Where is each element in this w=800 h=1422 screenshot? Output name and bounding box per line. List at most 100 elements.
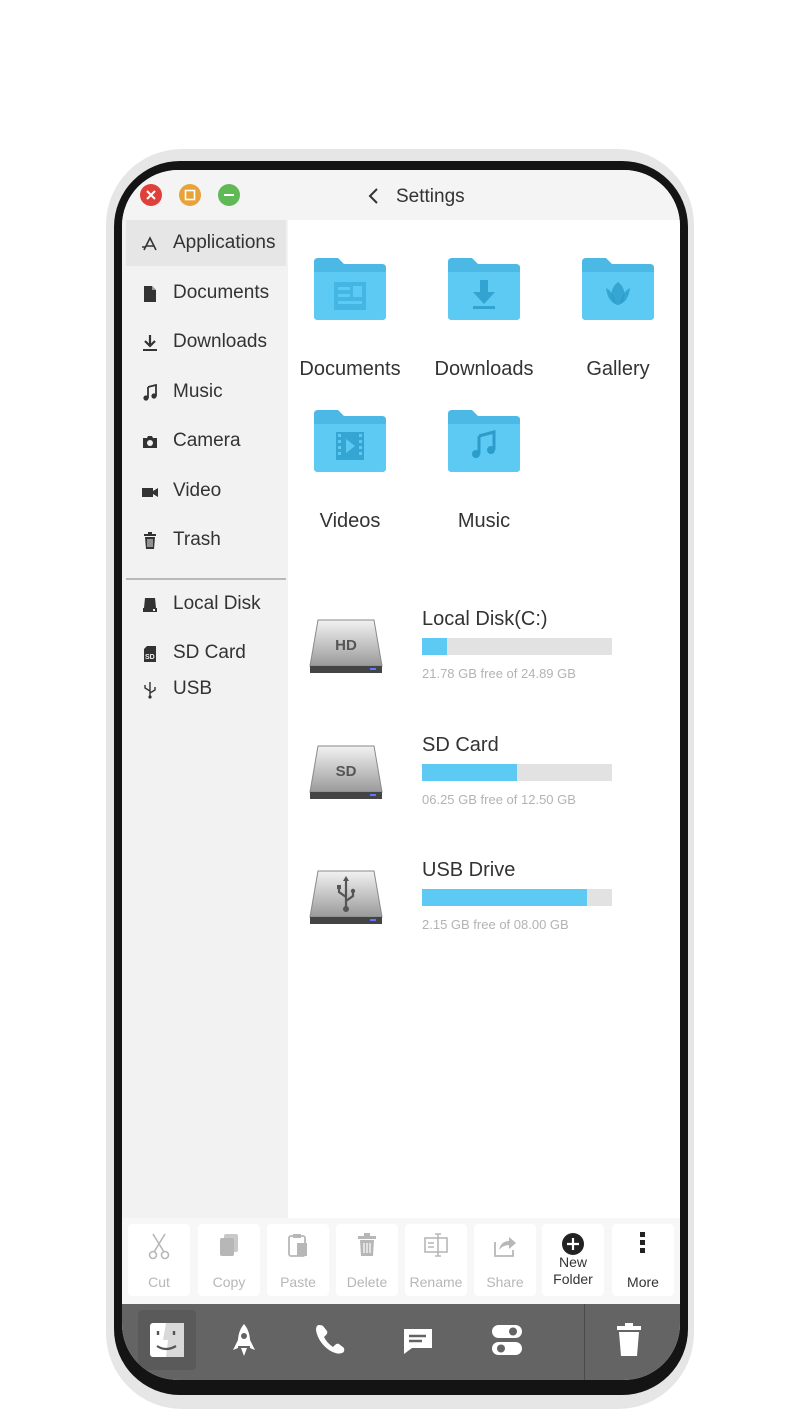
share-icon <box>494 1237 516 1257</box>
videos-folder-icon <box>314 410 386 472</box>
folder-documents[interactable]: Documents <box>290 258 410 388</box>
drive-usage-fill <box>422 764 517 781</box>
action-label: Copy <box>212 1274 246 1290</box>
title-bar: Settings <box>122 170 680 220</box>
action-label: Share <box>486 1274 524 1290</box>
folder-label: Gallery <box>586 358 650 380</box>
sidebar-item-label: Applications <box>173 232 276 253</box>
dock-bar <box>122 1304 680 1380</box>
drive-usage-fill <box>422 638 447 655</box>
drive-free-text: 2.15 GB free of 08.00 GB <box>422 917 569 932</box>
maximize-button[interactable] <box>179 184 201 206</box>
drive-name: USB Drive <box>422 859 516 881</box>
sidebar-item-trash[interactable]: Trash <box>126 517 286 563</box>
action-label: New <box>558 1254 587 1270</box>
dock-separator <box>584 1304 585 1380</box>
folder-music[interactable]: Music <box>424 410 544 540</box>
sidebar-item-applications[interactable]: Applications <box>126 220 286 266</box>
drive-usb[interactable]: USB Drive 2.15 GB free of 08.00 GB <box>308 859 668 959</box>
sidebar-item-local-disk[interactable]: Local Disk <box>126 581 286 627</box>
sidebar-item-downloads[interactable]: Downloads <box>126 319 286 365</box>
documents-folder-icon <box>314 258 386 320</box>
folder-label: Downloads <box>434 358 534 380</box>
sidebar-item-documents[interactable]: Documents <box>126 270 286 316</box>
sidebar-item-label: Music <box>173 381 223 402</box>
folder-videos[interactable]: Videos <box>290 410 410 540</box>
close-button[interactable] <box>140 184 162 206</box>
dock-rocket[interactable] <box>215 1310 273 1370</box>
sidebar-item-usb[interactable]: USB <box>126 666 286 712</box>
sidebar-item-label: Camera <box>173 430 241 451</box>
drive-sd-card[interactable]: SD SD Card 06.25 GB free of 12.50 GB <box>308 734 668 834</box>
rename-button[interactable]: Rename <box>405 1224 467 1296</box>
drive-free-text: 21.78 GB free of 24.89 GB <box>422 666 576 681</box>
gallery-folder-icon <box>582 258 654 320</box>
dock-finder[interactable] <box>138 1310 196 1370</box>
delete-icon <box>358 1233 376 1256</box>
finder-icon <box>150 1323 184 1357</box>
music-folder-icon <box>448 410 520 472</box>
sidebar-item-label: SD Card <box>173 642 246 663</box>
sidebar-item-music[interactable]: Music <box>126 369 286 415</box>
rocket-icon <box>233 1324 255 1356</box>
action-toolbar: Cut Copy Paste Delete Rename Share New F… <box>122 1218 680 1304</box>
minimize-button[interactable] <box>218 184 240 206</box>
drive-name: SD Card <box>422 734 499 756</box>
dock-message[interactable] <box>389 1310 447 1370</box>
copy-icon <box>220 1234 238 1256</box>
action-label: Rename <box>409 1274 463 1290</box>
delete-button[interactable]: Delete <box>336 1224 398 1296</box>
usb-drive-icon <box>309 870 383 924</box>
action-label: Paste <box>280 1274 316 1290</box>
sd-card-icon: SD <box>144 646 156 662</box>
folder-label: Music <box>457 510 511 532</box>
copy-button[interactable]: Copy <box>198 1224 260 1296</box>
sidebar-item-label: Downloads <box>173 331 267 352</box>
back-chevron-icon[interactable] <box>366 186 382 206</box>
sidebar-item-video[interactable]: Video <box>126 468 286 514</box>
downloads-folder-icon <box>448 258 520 320</box>
more-button[interactable]: More <box>612 1224 674 1296</box>
sd-card-drive-icon: SD <box>309 745 383 799</box>
cut-button[interactable]: Cut <box>128 1224 190 1296</box>
hard-disk-icon <box>143 598 157 612</box>
dock-phone[interactable] <box>301 1310 359 1370</box>
sidebar-item-label: Video <box>173 480 222 501</box>
drive-usage-bar <box>422 638 612 655</box>
minimize-icon <box>224 194 234 196</box>
dock-settings-toggle[interactable] <box>478 1310 536 1370</box>
hard-disk-drive-icon: HD <box>309 619 383 673</box>
share-button[interactable]: Share <box>474 1224 536 1296</box>
folder-gallery[interactable]: Gallery <box>558 258 678 388</box>
download-icon <box>143 335 157 351</box>
phone-screen: Settings Applications Documents Download… <box>122 170 680 1380</box>
paste-button[interactable]: Paste <box>267 1224 329 1296</box>
drive-free-text: 06.25 GB free of 12.50 GB <box>422 792 576 807</box>
folder-downloads[interactable]: Downloads <box>424 258 544 388</box>
drive-badge-text: HD <box>335 637 357 654</box>
document-icon <box>144 286 156 302</box>
paste-icon <box>288 1234 307 1257</box>
camera-icon <box>143 436 157 448</box>
new-folder-button[interactable]: New Folder <box>542 1224 604 1296</box>
dock-trash[interactable] <box>600 1310 658 1370</box>
applications-icon <box>142 236 157 251</box>
sidebar-item-camera[interactable]: Camera <box>126 418 286 464</box>
drive-badge-text: SD <box>336 763 357 780</box>
video-camera-icon <box>142 488 158 497</box>
usb-icon <box>144 682 156 699</box>
drive-local-disk[interactable]: HD Local Disk(C:) 21.78 GB free of 24.89… <box>308 608 668 708</box>
scissors-icon <box>148 1233 170 1260</box>
action-label: Delete <box>346 1274 388 1290</box>
maximize-icon <box>184 189 196 201</box>
sidebar-item-label: USB <box>173 678 213 699</box>
rename-icon <box>424 1233 448 1257</box>
sidebar-item-label: Trash <box>173 529 221 550</box>
svg-text:SD: SD <box>145 654 155 661</box>
close-icon <box>146 190 156 200</box>
file-browser-content: Documents Downloads Gallery Videos Music… <box>288 220 680 1220</box>
toggle-settings-icon <box>492 1325 522 1355</box>
drive-usage-bar <box>422 889 612 906</box>
action-label: Folder <box>553 1271 593 1287</box>
trash-icon <box>144 532 156 549</box>
